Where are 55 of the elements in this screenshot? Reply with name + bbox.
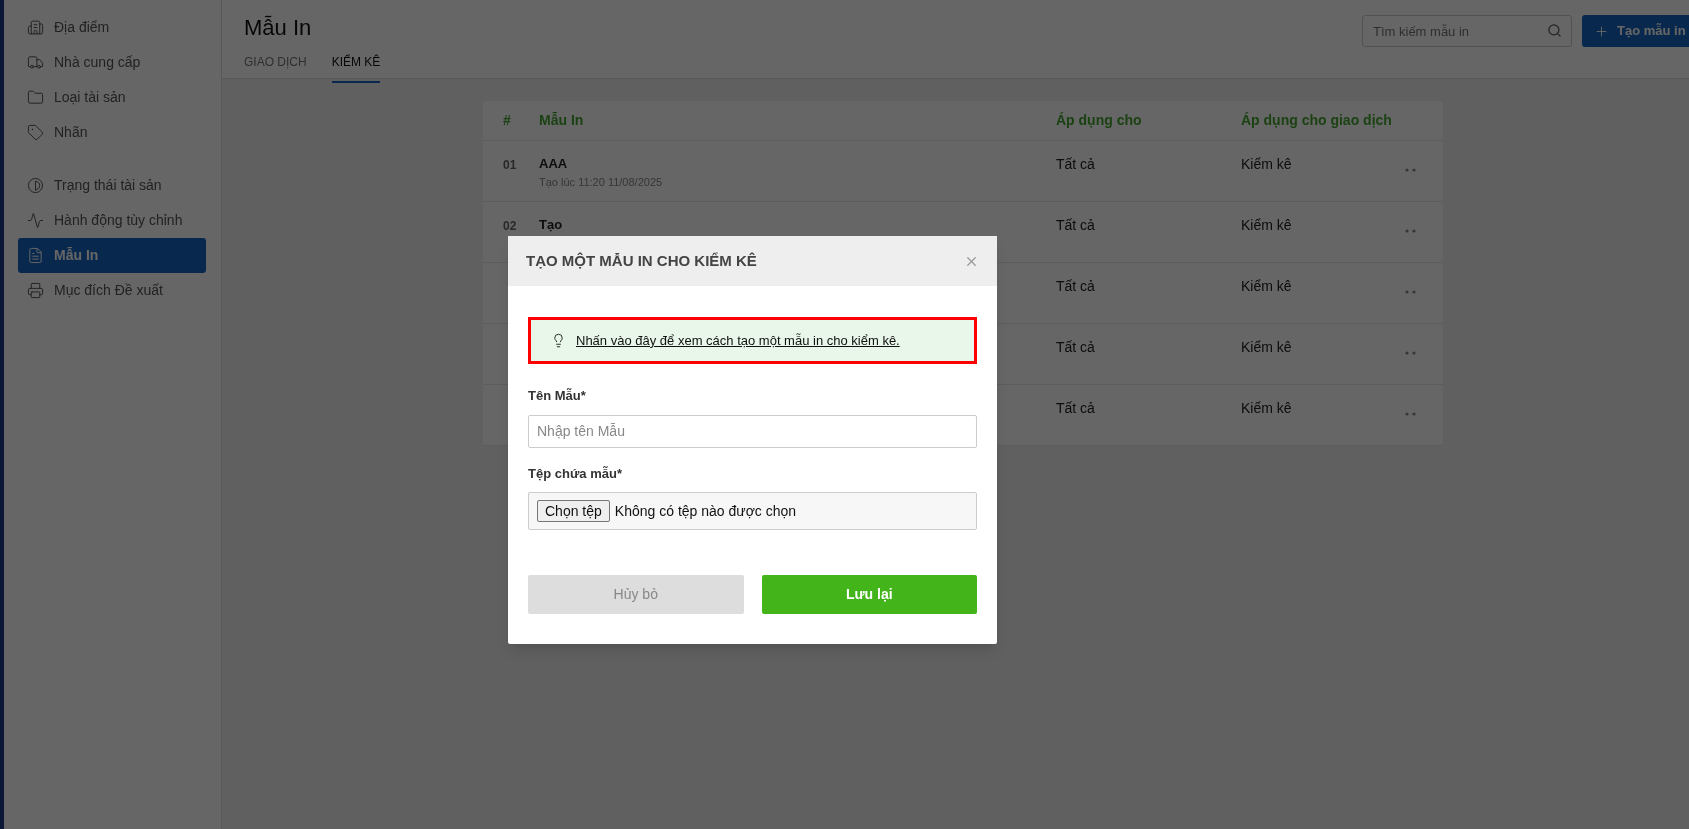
field-label: Tên Mẫu* bbox=[528, 387, 587, 405]
choose-file-button[interactable]: Chọn tệp bbox=[537, 500, 610, 522]
column-header: Mẫu In bbox=[539, 111, 585, 130]
more-dots-icon[interactable] bbox=[1405, 168, 1417, 172]
file-status: Không có tệp nào được chọn bbox=[614, 501, 797, 521]
column-header: # bbox=[503, 111, 512, 130]
sidebar-item[interactable]: Mẫu In bbox=[18, 238, 206, 273]
table-cell: Kiểm kê bbox=[1241, 278, 1292, 294]
lightbulb-icon bbox=[551, 333, 566, 348]
column-header: Áp dụng cho bbox=[1056, 111, 1143, 130]
page-title: Mẫu In bbox=[244, 14, 313, 42]
sidebar-item[interactable]: Mục đích Đề xuất bbox=[18, 273, 206, 308]
sidebar-item[interactable]: Nhãn bbox=[18, 115, 206, 150]
sidebar-item[interactable]: Loại tài sản bbox=[18, 80, 206, 115]
table-cell: Kiểm kê bbox=[1241, 156, 1292, 172]
more-dots-icon[interactable] bbox=[1405, 229, 1417, 233]
table-cell: Kiểm kê bbox=[1241, 400, 1292, 416]
table-cell: Tất cả bbox=[1056, 278, 1095, 294]
tab[interactable]: KIỂM KÊ bbox=[331, 53, 381, 83]
pulse-line-icon bbox=[27, 212, 44, 229]
table-cell: Kiểm kê bbox=[1241, 339, 1292, 355]
table-cell: Tất cả bbox=[1056, 156, 1095, 172]
more-dots-icon[interactable] bbox=[1405, 412, 1417, 416]
tag-icon bbox=[27, 124, 44, 141]
building-icon bbox=[27, 19, 44, 36]
template-name: AAA bbox=[539, 155, 569, 173]
save-button[interactable]: Lưu lại bbox=[761, 575, 977, 614]
half-circle-icon bbox=[27, 177, 44, 194]
search-icon bbox=[1547, 23, 1562, 38]
sidebar-item[interactable]: Địa điểm bbox=[18, 10, 206, 45]
folder-icon bbox=[27, 89, 44, 106]
sidebar-item[interactable]: Hành động tùy chỉnh bbox=[18, 203, 206, 238]
sidebar-item[interactable]: Nhà cung cấp bbox=[18, 45, 206, 80]
printer-icon bbox=[27, 282, 44, 299]
cancel-button[interactable]: Hủy bỏ bbox=[528, 575, 744, 614]
table-cell: Tất cả bbox=[1056, 400, 1095, 416]
more-dots-icon[interactable] bbox=[1405, 351, 1417, 355]
name-field[interactable]: Nhập tên Mẫu bbox=[528, 414, 977, 448]
help-link[interactable]: Nhấn vào đây để xem cách tạo một mẫu in cho kiểm kê. bbox=[576, 330, 900, 351]
row-number: 02 bbox=[503, 219, 517, 233]
table-cell: Tất cả bbox=[1056, 217, 1095, 233]
template-name: Tạo bbox=[539, 216, 564, 234]
document-icon bbox=[27, 247, 44, 264]
field-label: Tệp chứa mẫu* bbox=[528, 464, 623, 483]
plus-icon bbox=[1594, 23, 1609, 39]
truck-icon bbox=[27, 54, 44, 71]
create-button[interactable]: Tạo mẫu in bbox=[1582, 15, 1689, 47]
sidebar-item[interactable]: Trạng thái tài sản bbox=[18, 168, 206, 203]
more-dots-icon[interactable] bbox=[1405, 290, 1417, 294]
column-header: Áp dụng cho giao dịch bbox=[1241, 111, 1393, 130]
row-number: 01 bbox=[503, 158, 517, 172]
dialog-title: TẠO MỘT MẪU IN CHO KIỂM KÊ bbox=[526, 250, 757, 271]
table-cell: Tất cả bbox=[1056, 339, 1095, 355]
table-cell: Kiểm kê bbox=[1241, 217, 1292, 233]
file-field[interactable]: Chọn tệp Không có tệp nào được chọn bbox=[528, 492, 977, 530]
